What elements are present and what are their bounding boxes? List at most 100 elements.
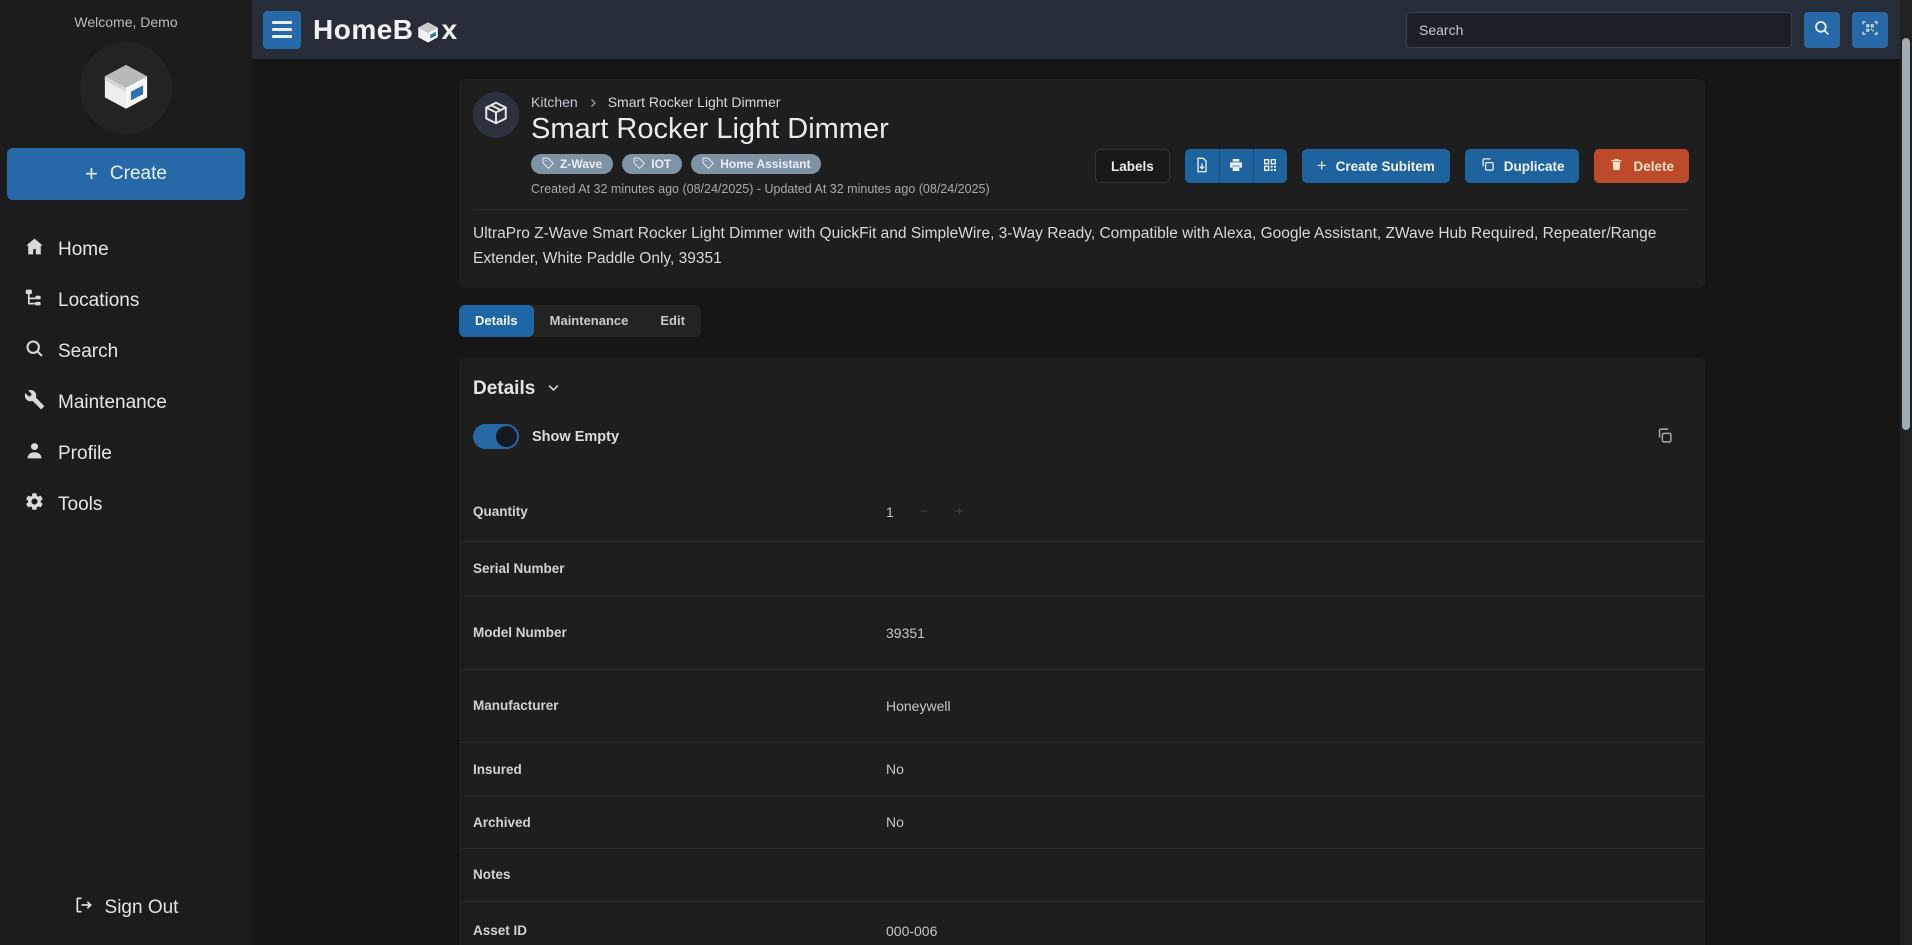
row-value: No xyxy=(886,814,904,830)
sidebar-item-maintenance[interactable]: Maintenance xyxy=(0,377,252,428)
item-tabs: Details Maintenance Edit xyxy=(459,305,1705,337)
label-badge-text: IOT xyxy=(651,157,671,171)
show-empty-label: Show Empty xyxy=(532,429,619,445)
chevron-right-icon xyxy=(587,96,599,108)
row-label: Manufacturer xyxy=(473,698,886,713)
quantity-value: 1 xyxy=(886,504,894,520)
create-button-label: Create xyxy=(110,163,167,185)
person-icon xyxy=(24,440,45,467)
show-empty-toggle[interactable]: Show Empty xyxy=(473,424,619,449)
search-icon xyxy=(1813,19,1831,40)
delete-label: Delete xyxy=(1633,159,1674,174)
table-row-manufacturer: Manufacturer Honeywell xyxy=(459,670,1705,743)
tag-icon xyxy=(633,157,645,172)
create-button[interactable]: + Create xyxy=(7,148,245,200)
delete-button[interactable]: Delete xyxy=(1594,149,1689,183)
sign-out-label: Sign Out xyxy=(105,897,179,919)
breadcrumb: Kitchen Smart Rocker Light Dimmer xyxy=(531,94,990,110)
chevron-down-icon xyxy=(546,377,561,401)
tab-maintenance[interactable]: Maintenance xyxy=(534,305,645,337)
toggle-switch[interactable] xyxy=(473,424,519,449)
search-input[interactable] xyxy=(1406,12,1792,48)
qrcode-scan-icon xyxy=(1861,19,1879,40)
table-row-quantity: Quantity 1 − + xyxy=(459,483,1705,542)
table-row-insured: Insured No xyxy=(459,743,1705,797)
plus-icon: + xyxy=(1317,156,1327,176)
table-row-model-number: Model Number 39351 xyxy=(459,597,1705,670)
details-table: Quantity 1 − + Serial Number Model Numbe… xyxy=(459,483,1705,945)
gear-icon xyxy=(24,491,45,518)
sidebar-item-label: Locations xyxy=(58,290,139,312)
sidebar-item-profile[interactable]: Profile xyxy=(0,428,252,479)
duplicate-label: Duplicate xyxy=(1504,159,1565,174)
tag-icon xyxy=(702,157,714,172)
download-file-button[interactable] xyxy=(1185,149,1219,183)
page-title: Smart Rocker Light Dimmer xyxy=(531,113,990,146)
breadcrumb-parent-link[interactable]: Kitchen xyxy=(531,94,578,110)
details-section-toggle[interactable]: Details xyxy=(459,376,1705,402)
sidebar: Welcome, Demo + Create Home xyxy=(0,0,252,945)
toggle-knob xyxy=(496,426,517,447)
qr-scan-button[interactable] xyxy=(1852,12,1888,48)
label-badges: Z-Wave IOT Home Assistant xyxy=(531,154,990,174)
sidebar-item-locations[interactable]: Locations xyxy=(0,275,252,326)
trash-icon xyxy=(1609,157,1624,175)
menu-button[interactable] xyxy=(263,11,301,49)
row-label: Quantity xyxy=(473,504,886,519)
label-badge-text: Z-Wave xyxy=(560,157,602,171)
box-glyph-icon xyxy=(416,20,440,44)
sidebar-item-tools[interactable]: Tools xyxy=(0,479,252,530)
homebox-logo[interactable]: HomeB x xyxy=(313,14,458,46)
row-value: No xyxy=(886,761,904,777)
print-button[interactable] xyxy=(1219,149,1253,183)
printer-icon xyxy=(1228,157,1244,176)
app-logo xyxy=(80,42,172,134)
row-label: Serial Number xyxy=(473,561,886,576)
sidebar-item-label: Profile xyxy=(58,443,112,465)
table-row-asset-id: Asset ID 000-006 xyxy=(459,902,1705,945)
package-box-icon xyxy=(483,100,509,131)
create-subitem-button[interactable]: + Create Subitem xyxy=(1302,149,1450,183)
row-label: Insured xyxy=(473,762,886,777)
copy-icon xyxy=(1480,157,1495,175)
item-avatar xyxy=(473,92,519,138)
details-card: Details Show Empty Quantity xyxy=(459,358,1705,945)
sidebar-item-label: Home xyxy=(58,239,109,261)
row-value: Honeywell xyxy=(886,698,951,714)
tree-icon xyxy=(24,287,45,314)
copy-details-button[interactable] xyxy=(1649,422,1679,452)
box-logo-icon xyxy=(100,60,152,117)
item-header-card: Kitchen Smart Rocker Light Dimmer Smart … xyxy=(459,79,1705,288)
quantity-decrement-button[interactable]: − xyxy=(920,503,929,520)
sidebar-item-search[interactable]: Search xyxy=(0,326,252,377)
sidebar-item-home[interactable]: Home xyxy=(0,224,252,275)
label-badge[interactable]: Z-Wave xyxy=(531,154,613,174)
created-updated-meta: Created At 32 minutes ago (08/24/2025) -… xyxy=(531,182,990,196)
sign-out-button[interactable]: Sign Out xyxy=(0,885,252,931)
breadcrumb-current: Smart Rocker Light Dimmer xyxy=(608,94,781,110)
table-row-notes: Notes xyxy=(459,849,1705,902)
labels-button[interactable]: Labels xyxy=(1095,149,1170,183)
content-region: HomeB x xyxy=(252,0,1912,945)
details-controls-row: Show Empty xyxy=(459,424,1705,450)
tab-details[interactable]: Details xyxy=(459,305,534,337)
label-badge[interactable]: Home Assistant xyxy=(691,154,821,174)
details-heading-label: Details xyxy=(473,378,535,400)
logo-text-suffix: x xyxy=(442,14,458,46)
duplicate-button[interactable]: Duplicate xyxy=(1465,149,1580,183)
main-content: Kitchen Smart Rocker Light Dimmer Smart … xyxy=(252,59,1912,945)
quantity-increment-button[interactable]: + xyxy=(955,503,964,520)
hamburger-icon xyxy=(272,21,292,38)
page-scrollbar[interactable] xyxy=(1900,0,1912,945)
welcome-text: Welcome, Demo xyxy=(74,14,177,30)
tab-edit[interactable]: Edit xyxy=(644,305,701,337)
qr-code-button[interactable] xyxy=(1253,149,1287,183)
scrollbar-thumb[interactable] xyxy=(1902,38,1910,430)
copy-icon xyxy=(1656,427,1673,447)
tag-icon xyxy=(542,157,554,172)
label-badge[interactable]: IOT xyxy=(622,154,682,174)
logo-text-prefix: HomeB xyxy=(313,14,414,46)
search-submit-button[interactable] xyxy=(1804,12,1840,48)
row-label: Asset ID xyxy=(473,923,886,938)
table-row-serial-number: Serial Number xyxy=(459,542,1705,597)
